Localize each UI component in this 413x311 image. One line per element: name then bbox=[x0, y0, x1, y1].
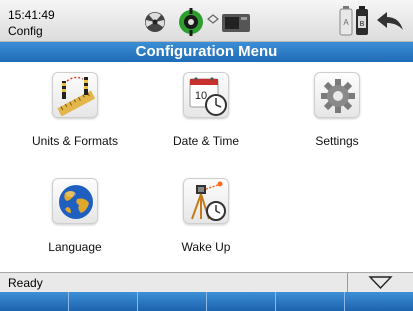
softkey-6[interactable] bbox=[345, 292, 413, 311]
menu-item-label: Wake Up bbox=[181, 240, 231, 254]
menu-item-label: Units & Formats bbox=[31, 134, 118, 148]
status-icons bbox=[143, 8, 283, 36]
diamond-icon bbox=[207, 11, 219, 29]
page-title: Configuration Menu bbox=[0, 42, 413, 62]
softkey-1[interactable] bbox=[0, 292, 69, 311]
menu-item-settings[interactable]: Settings bbox=[272, 62, 402, 160]
radio-icon[interactable] bbox=[143, 10, 167, 39]
calendar-clock-icon: 10 bbox=[183, 72, 229, 118]
back-arrow-icon[interactable] bbox=[375, 10, 405, 39]
menu-grid: Units & Formats 10 Date & Time Settings … bbox=[0, 62, 413, 270]
globe-icon bbox=[52, 178, 98, 224]
gear-icon bbox=[314, 72, 360, 118]
units-formats-icon bbox=[52, 72, 98, 118]
svg-text:B: B bbox=[360, 21, 365, 28]
status-text: Ready bbox=[8, 276, 43, 290]
menu-item-wake-up[interactable]: Wake Up bbox=[141, 168, 271, 266]
status-bar: 15:41:49 Config A B bbox=[0, 0, 413, 42]
right-status-icons: A B bbox=[339, 6, 409, 38]
menu-item-units-formats[interactable]: Units & Formats bbox=[10, 62, 140, 160]
app-name: Config bbox=[8, 24, 43, 38]
softkey-2[interactable] bbox=[69, 292, 138, 311]
chevron-down-icon bbox=[368, 276, 393, 290]
clock-time: 15:41:49 bbox=[8, 8, 55, 22]
softkey-5[interactable] bbox=[276, 292, 345, 311]
menu-item-label: Date & Time bbox=[172, 134, 240, 148]
wake-up-icon bbox=[183, 178, 229, 224]
softkey-bar bbox=[0, 292, 413, 311]
menu-item-label: Language bbox=[48, 240, 102, 254]
battery-b-icon[interactable]: B bbox=[355, 6, 369, 41]
footer-status-bar: Ready bbox=[0, 272, 413, 293]
svg-text:A: A bbox=[343, 18, 349, 27]
battery-a-icon[interactable]: A bbox=[339, 6, 353, 41]
calendar-day: 10 bbox=[195, 90, 207, 102]
target-icon[interactable] bbox=[177, 8, 205, 41]
expand-softkeys-button[interactable] bbox=[348, 273, 413, 293]
menu-item-date-time[interactable]: 10 Date & Time bbox=[141, 62, 271, 160]
memory-card-icon[interactable] bbox=[221, 12, 251, 39]
softkey-4[interactable] bbox=[207, 292, 276, 311]
menu-item-label: Settings bbox=[315, 134, 359, 148]
softkey-3[interactable] bbox=[138, 292, 207, 311]
menu-item-language[interactable]: Language bbox=[10, 168, 140, 266]
